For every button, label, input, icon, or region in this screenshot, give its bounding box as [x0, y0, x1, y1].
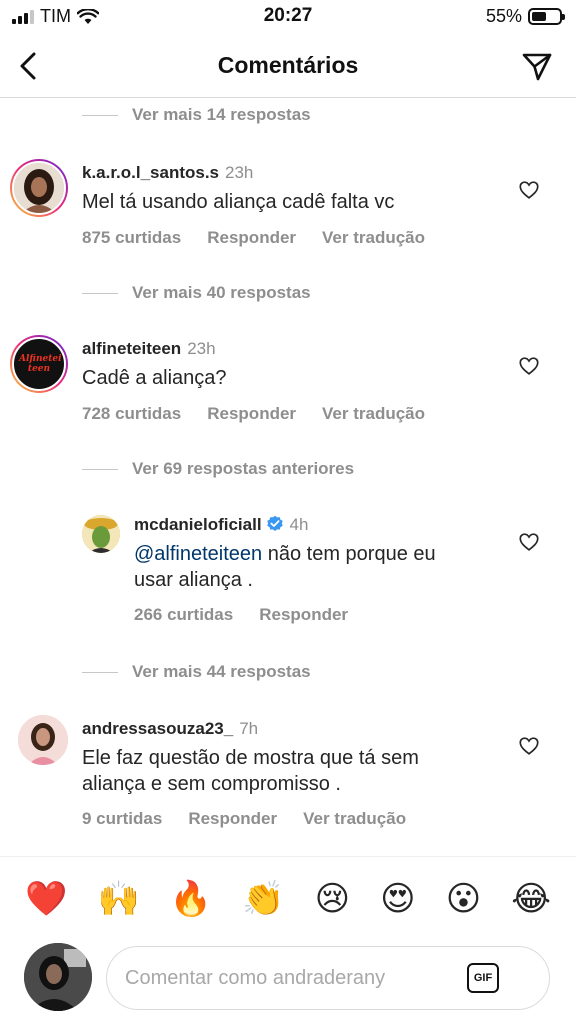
reply-button[interactable]: Responder: [207, 228, 296, 248]
share-button[interactable]: [518, 48, 556, 86]
comment-username[interactable]: mcdanieloficiall: [134, 515, 262, 534]
heart-icon[interactable]: [518, 531, 540, 553]
comment-username[interactable]: andressasouza23_: [82, 719, 233, 738]
comment-actions: 9 curtidas Responder Ver tradução: [82, 809, 406, 829]
red-heart-emoji-button[interactable]: ❤️: [25, 879, 67, 919]
view-more-label: Ver mais 40 respostas: [132, 283, 311, 302]
divider-line: [82, 114, 118, 116]
profile-photo-icon: [82, 515, 120, 553]
clapping-emoji-button[interactable]: 👏: [242, 879, 284, 919]
translate-button[interactable]: Ver tradução: [303, 809, 406, 829]
reply-button[interactable]: Responder: [188, 809, 277, 829]
view-more-replies-button[interactable]: Ver mais 40 respostas: [82, 283, 311, 303]
crying-emoji-button[interactable]: 😢: [315, 879, 350, 919]
comment-header: alfineteiteen 23h: [82, 339, 216, 359]
translate-button[interactable]: Ver tradução: [322, 404, 425, 424]
divider-line: [82, 468, 118, 470]
comment-actions: 728 curtidas Responder Ver tradução: [82, 404, 425, 424]
reply-button[interactable]: Responder: [207, 404, 296, 424]
likes-count[interactable]: 9 curtidas: [82, 809, 162, 829]
divider-line: [82, 671, 118, 673]
fire-emoji-button[interactable]: 🔥: [170, 879, 212, 919]
comment-text-part: não tem porque eu: [262, 543, 436, 565]
avatar: [12, 161, 66, 215]
comment-text: @alfineteiteen não tem porque eu usar ali…: [134, 541, 514, 593]
verified-badge-icon: [266, 515, 283, 532]
comment-text: Cadê a aliança?: [82, 367, 227, 389]
comment-time: 23h: [187, 339, 216, 358]
avatar-logo-text: Alfinetei teen: [19, 354, 62, 374]
comment-time: 23h: [225, 163, 254, 182]
view-more-replies-button[interactable]: Ver mais 14 respostas: [82, 105, 311, 125]
mention-link[interactable]: @alfineteiteen: [134, 543, 262, 565]
view-previous-replies-button[interactable]: Ver 69 respostas anteriores: [82, 459, 354, 479]
comment-header: k.a.r.o.l_santos.s 23h: [82, 163, 253, 183]
comment-text-part: Ele faz questão de mostra que tá sem: [82, 747, 419, 769]
view-more-label: Ver mais 14 respostas: [132, 105, 311, 124]
status-bar: TIM 20:27 55%: [0, 0, 576, 34]
comment-time: 4h: [289, 515, 309, 534]
battery-percent: 55%: [485, 6, 522, 26]
profile-photo-icon: [24, 943, 92, 1011]
heart-icon[interactable]: [518, 179, 540, 201]
likes-count[interactable]: 266 curtidas: [134, 605, 233, 625]
comment-input[interactable]: [125, 947, 455, 1009]
view-more-label: Ver 69 respostas anteriores: [132, 459, 355, 478]
heart-icon[interactable]: [518, 355, 540, 377]
avatar: [24, 943, 92, 1011]
comment-composer: GIF: [0, 940, 576, 1024]
battery-icon: [528, 8, 565, 25]
comment-time: 7h: [239, 719, 259, 738]
page-title: Comentários: [217, 52, 359, 78]
comment-actions: 875 curtidas Responder Ver tradução: [82, 228, 425, 248]
laughing-emoji-button[interactable]: 😂: [511, 879, 551, 919]
battery-fill: [532, 12, 547, 21]
heart-eyes-emoji-button[interactable]: 😍: [380, 879, 415, 919]
view-more-label: Ver mais 44 respostas: [132, 662, 311, 681]
comments-list: Ver mais 14 respostas k.a.r.o.l_santos.s…: [0, 99, 576, 855]
comment-text-part: aliança e sem compromisso .: [82, 773, 341, 795]
avatar-ring[interactable]: Alfinetei teen: [10, 335, 68, 393]
likes-count[interactable]: 728 curtidas: [82, 404, 181, 424]
translate-button[interactable]: Ver tradução: [322, 228, 425, 248]
avatar: Alfinetei teen: [12, 337, 66, 391]
avatar-ring[interactable]: [10, 159, 68, 217]
gif-button[interactable]: GIF: [467, 963, 499, 993]
comment-username[interactable]: alfineteiteen: [82, 339, 181, 358]
profile-photo-icon: [18, 715, 68, 765]
comment-actions: 266 curtidas Responder: [134, 605, 348, 625]
view-more-replies-button[interactable]: Ver mais 44 respostas: [82, 662, 311, 682]
comment-input-box: GIF: [106, 946, 550, 1010]
comment-header: andressasouza23_ 7h: [82, 719, 258, 739]
avatar[interactable]: [82, 515, 120, 553]
comment-item: k.a.r.o.l_santos.s 23h Mel tá usando alia…: [0, 155, 576, 255]
comment-text: Mel tá usando aliança cadê falta vc: [82, 191, 395, 213]
reply-button[interactable]: Responder: [259, 605, 348, 625]
surprised-emoji-button[interactable]: 😮: [446, 879, 481, 919]
likes-count[interactable]: 875 curtidas: [82, 228, 181, 248]
divider-line: [82, 292, 118, 294]
comment-username[interactable]: k.a.r.o.l_santos.s: [82, 163, 219, 182]
raising-hands-emoji-button[interactable]: 🙌: [97, 879, 139, 919]
nav-bar: Comentários: [0, 34, 576, 98]
comment-item: Alfinetei teen alfineteiteen 23h Cadê a a…: [0, 331, 576, 431]
comment-text: Ele faz questão de mostra que tá sem alia…: [82, 745, 502, 797]
comment-item: andressasouza23_ 7h Ele faz questão de mo…: [0, 711, 576, 841]
avatar[interactable]: [18, 715, 68, 765]
heart-icon[interactable]: [518, 735, 540, 757]
reply-item: mcdanieloficiall 4h @alfineteiteen não te…: [0, 507, 576, 635]
profile-photo-icon: [14, 163, 64, 213]
comment-text-part: usar aliança .: [134, 569, 253, 591]
battery-group: 55%: [485, 6, 565, 27]
paper-plane-icon: [522, 53, 552, 81]
comment-header: mcdanieloficiall 4h: [134, 515, 308, 535]
emoji-reaction-bar: ❤️ 🙌 🔥 👏 😢 😍 😮 😂: [0, 856, 576, 940]
